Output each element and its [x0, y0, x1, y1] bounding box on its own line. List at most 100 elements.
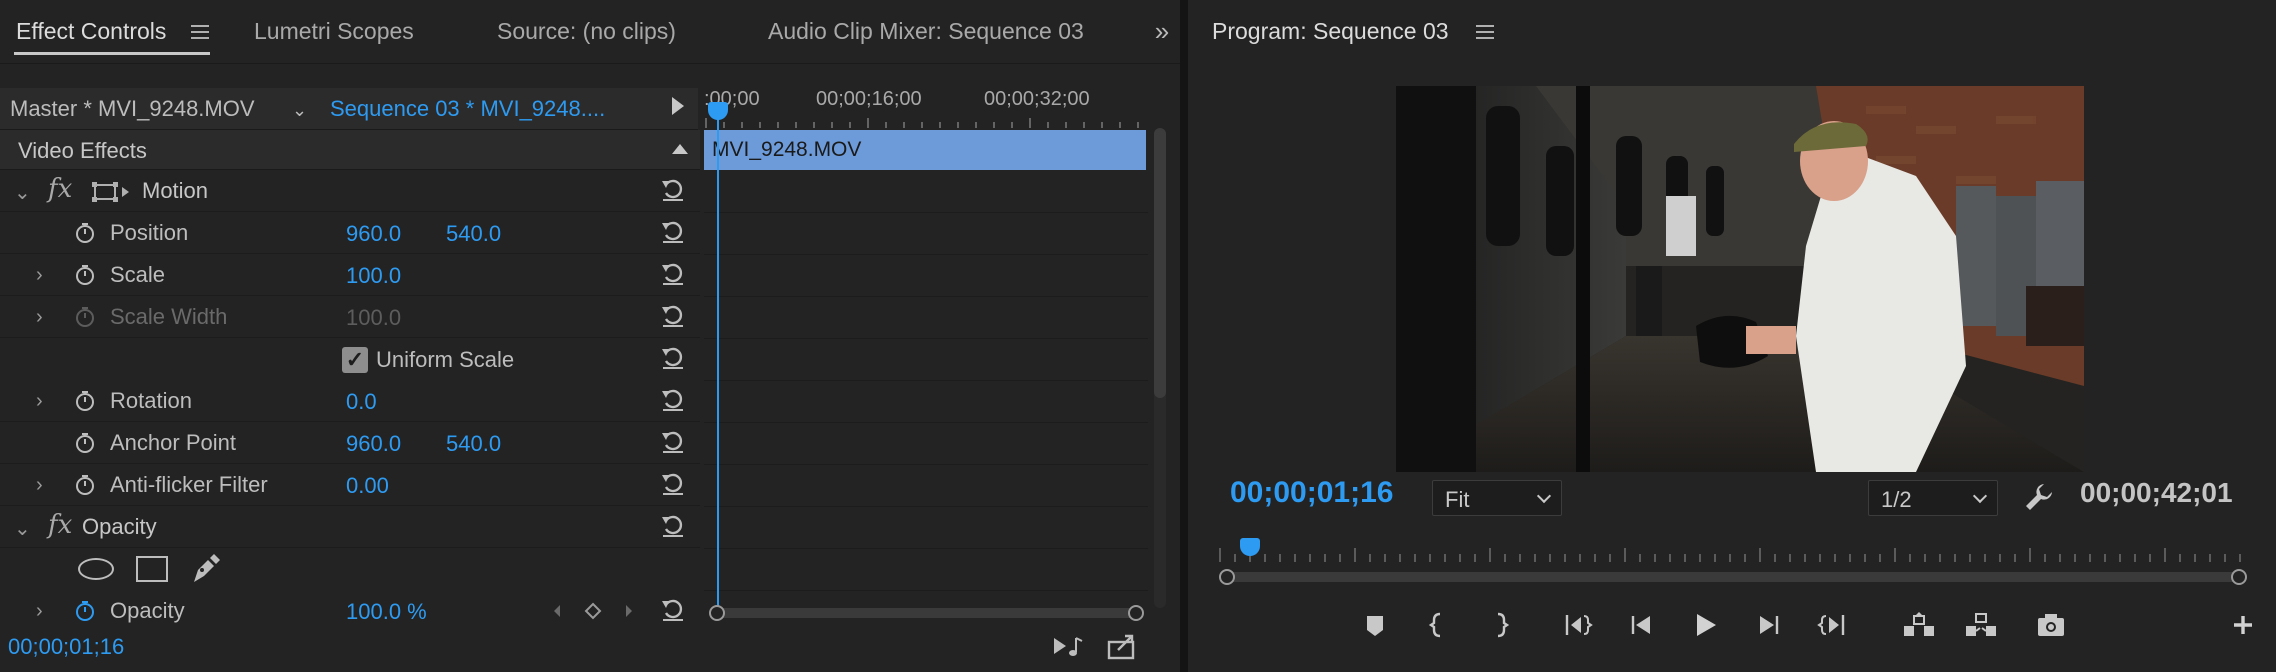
property-label: Anchor Point	[110, 430, 236, 455]
fx-toggle-icon[interactable]: fx	[48, 510, 72, 540]
play-icon[interactable]	[1688, 608, 1722, 642]
reset-icon[interactable]	[660, 513, 686, 539]
chevron-down-icon[interactable]: ⌄	[14, 516, 31, 541]
playhead-timecode[interactable]: 00;00;01;16	[1230, 476, 1393, 510]
extract-icon[interactable]	[1964, 608, 1998, 642]
transport-controls	[1188, 604, 2276, 650]
opacity-value[interactable]: 100.0 %	[346, 599, 427, 625]
play-clip-icon[interactable]	[672, 97, 684, 115]
tab-source[interactable]: Source: (no clips)	[497, 18, 676, 45]
effect-name: Motion	[142, 178, 209, 203]
effect-controls-timeline[interactable]: :00;00 00;00;16;00 00;00;32;00 MVI_9248.…	[704, 88, 1166, 628]
transform-handles-icon[interactable]	[92, 180, 132, 204]
mark-out-icon[interactable]	[1484, 608, 1518, 642]
chevron-down-icon	[1536, 488, 1552, 504]
panel-menu-icon[interactable]	[1476, 25, 1494, 39]
chevron-right-icon[interactable]: ›	[36, 306, 43, 329]
collapse-arrow-icon[interactable]	[672, 144, 688, 154]
go-to-out-icon[interactable]	[1816, 608, 1850, 642]
chevron-right-icon[interactable]: ›	[36, 264, 43, 287]
program-monitor-title[interactable]: Program: Sequence 03	[1212, 18, 1449, 45]
program-time-ruler[interactable]	[1218, 538, 2248, 588]
position-x-value[interactable]: 960.0	[346, 221, 401, 247]
duration-timecode: 00;00;42;01	[2080, 477, 2233, 508]
position-y-value[interactable]: 540.0	[446, 221, 501, 247]
rectangle-mask-icon[interactable]	[136, 556, 168, 582]
stopwatch-icon[interactable]	[74, 264, 96, 286]
reset-icon[interactable]	[660, 345, 686, 371]
video-effects-header: Video Effects	[0, 130, 700, 170]
reset-icon[interactable]	[660, 387, 686, 413]
stopwatch-icon	[76, 307, 94, 327]
chevron-right-icon[interactable]: ›	[36, 390, 43, 413]
tab-effect-controls[interactable]: Effect Controls	[16, 18, 166, 45]
step-forward-icon[interactable]	[1752, 608, 1786, 642]
rotation-value[interactable]: 0.0	[346, 389, 377, 415]
double-chevron-right-icon[interactable]: »	[1150, 18, 1174, 44]
reset-icon[interactable]	[660, 219, 686, 245]
effect-row-motion: ⌄ fx Motion	[0, 170, 700, 212]
horizontal-zoom-scrollbar[interactable]	[708, 602, 1146, 624]
reset-icon[interactable]	[660, 471, 686, 497]
program-video-frame[interactable]	[1396, 86, 2084, 472]
clip-selector-header: Master * MVI_9248.MOV ⌄ Sequence 03 * MV…	[0, 88, 698, 130]
mark-in-icon[interactable]	[1420, 608, 1454, 642]
sequence-clip-label[interactable]: Sequence 03 * MVI_9248....	[330, 96, 605, 122]
uniform-scale-checkbox[interactable]: ✓	[342, 347, 368, 373]
current-timecode[interactable]: 00;00;01;16	[8, 634, 124, 660]
stopwatch-icon[interactable]	[74, 390, 96, 412]
panel-divider[interactable]	[1180, 0, 1188, 672]
ruler-label: 00;00;16;00	[816, 88, 922, 110]
chevron-down-icon[interactable]: ⌄	[14, 180, 31, 205]
export-frame-icon[interactable]	[2034, 608, 2068, 642]
property-row-uniform-scale: ✓ Uniform Scale	[0, 338, 700, 382]
stopwatch-icon[interactable]	[74, 222, 96, 244]
go-to-in-icon[interactable]	[1560, 608, 1594, 642]
export-icon[interactable]	[1106, 632, 1140, 660]
zoom-scrollbar[interactable]	[1218, 568, 2248, 586]
property-row-anti-flicker: › Anti-flicker Filter 0.00	[0, 464, 700, 506]
zoom-select[interactable]: Fit	[1432, 480, 1562, 516]
panel-menu-icon[interactable]	[191, 25, 209, 39]
chevron-right-icon[interactable]: ›	[36, 474, 43, 497]
ruler-label: 00;00;32;00	[984, 88, 1090, 110]
keyframe-navigator[interactable]	[552, 600, 634, 622]
wrench-icon[interactable]	[2024, 482, 2054, 512]
stopwatch-icon[interactable]	[74, 474, 96, 496]
stopwatch-active-icon[interactable]	[74, 600, 96, 622]
tab-lumetri-scopes[interactable]: Lumetri Scopes	[254, 18, 414, 45]
chevron-right-icon[interactable]: ›	[36, 600, 43, 623]
step-back-icon[interactable]	[1624, 608, 1658, 642]
pen-mask-icon[interactable]	[188, 552, 222, 586]
effect-controls-footer: 00;00;01;16	[0, 630, 1180, 672]
chevron-down-icon	[1972, 488, 1988, 504]
master-clip-label[interactable]: Master * MVI_9248.MOV	[10, 96, 255, 122]
reset-icon[interactable]	[660, 177, 686, 203]
resolution-select[interactable]: 1/2	[1868, 480, 1998, 516]
vertical-scrollbar[interactable]	[1148, 128, 1170, 608]
reset-icon[interactable]	[660, 303, 686, 329]
property-row-scale: › Scale 100.0	[0, 254, 700, 296]
chevron-down-icon[interactable]: ⌄	[292, 100, 307, 121]
anti-flicker-value[interactable]: 0.00	[346, 473, 389, 499]
lift-icon[interactable]	[1902, 608, 1936, 642]
stopwatch-icon[interactable]	[74, 432, 96, 454]
reset-icon[interactable]	[660, 429, 686, 455]
clip-bar[interactable]: MVI_9248.MOV	[704, 130, 1146, 170]
time-ruler[interactable]	[704, 116, 1148, 128]
anchor-y-value[interactable]: 540.0	[446, 431, 501, 457]
ellipse-mask-icon[interactable]	[78, 558, 114, 580]
scale-value[interactable]: 100.0	[346, 263, 401, 289]
fx-toggle-icon[interactable]: fx	[48, 174, 72, 204]
button-editor-icon[interactable]	[2226, 608, 2260, 642]
filter-audio-icon[interactable]	[1052, 632, 1086, 660]
reset-icon[interactable]	[660, 261, 686, 287]
property-label: Scale	[110, 262, 166, 287]
property-row-scale-width: › Scale Width 100.0	[0, 296, 700, 338]
tab-audio-clip-mixer[interactable]: Audio Clip Mixer: Sequence 03	[768, 18, 1084, 45]
property-row-position: Position 960.0 540.0	[0, 212, 700, 254]
reset-icon[interactable]	[660, 597, 686, 623]
scale-width-value: 100.0	[346, 305, 402, 330]
anchor-x-value[interactable]: 960.0	[346, 431, 401, 457]
add-marker-icon[interactable]	[1358, 608, 1392, 642]
